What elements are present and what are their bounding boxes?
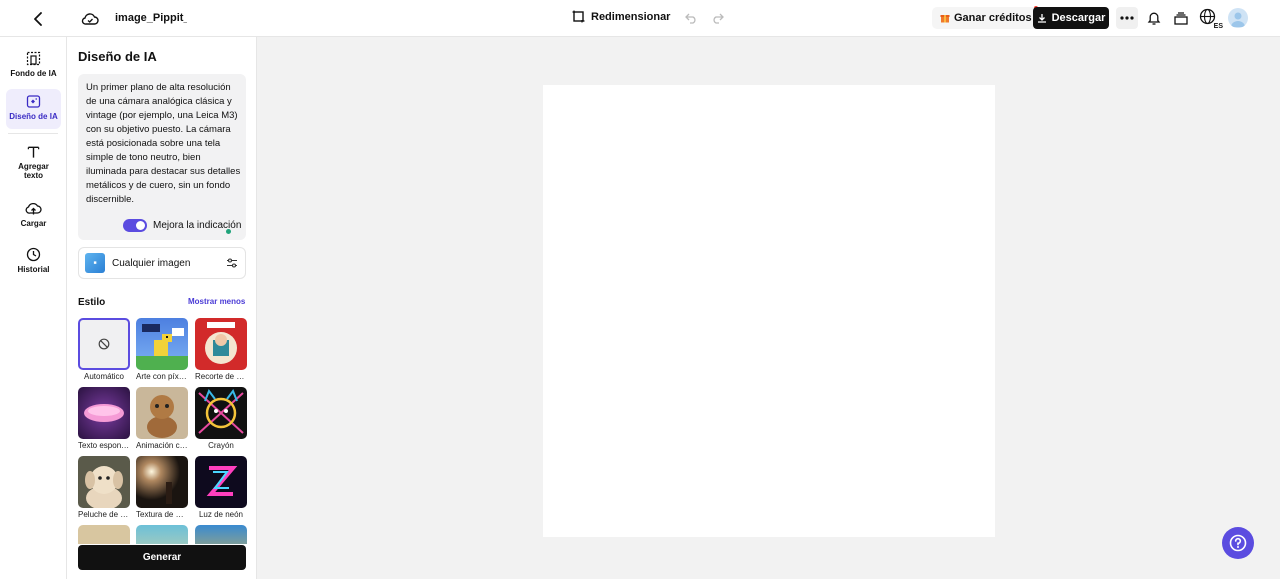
style-tile-clay-animation[interactable]: Animación con arcilla <box>136 387 188 450</box>
style-thumbnail <box>136 387 188 439</box>
style-tile-paper-cut[interactable]: Recorte de papel <box>195 318 247 381</box>
design-canvas[interactable] <box>543 85 995 537</box>
model-selector[interactable]: ■ Cualquier imagen <box>78 247 246 279</box>
rail-item-add-text[interactable]: Agregar texto <box>6 140 61 180</box>
ai-background-icon <box>26 51 41 66</box>
style-thumbnail <box>136 525 188 544</box>
avatar-icon <box>1231 12 1245 27</box>
style-thumbnail <box>78 387 130 439</box>
resize-label: Redimensionar <box>591 10 671 23</box>
left-rail: Fondo de IA Diseño de IA Agregar texto C… <box>0 37 67 579</box>
more-options-button[interactable] <box>1116 7 1138 29</box>
ai-design-panel: Diseño de IA Un primer plano de alta res… <box>67 37 257 579</box>
panel-title: Diseño de IA <box>78 49 157 64</box>
style-thumbnail <box>78 318 130 370</box>
download-icon <box>1037 14 1046 23</box>
rail-item-label: Historial <box>17 265 50 274</box>
show-less-link[interactable]: Mostrar menos <box>188 297 245 306</box>
prompt-input[interactable]: Un primer plano de alta resolución de un… <box>78 74 246 240</box>
style-tile-more-3[interactable] <box>195 525 247 544</box>
resize-button[interactable]: Redimensionar <box>572 10 670 23</box>
more-dots-icon <box>1120 16 1134 20</box>
undo-icon <box>684 13 696 24</box>
style-thumbnail <box>195 387 247 439</box>
language-button[interactable]: ES <box>1199 8 1223 30</box>
file-name[interactable]: image_Pippit_2026 <box>115 12 187 24</box>
redo-icon <box>712 13 724 24</box>
style-caption: Animación con arcilla <box>136 441 188 450</box>
style-tile-more-2[interactable] <box>136 525 188 544</box>
download-label: Descargar <box>1051 12 1106 24</box>
notifications-button[interactable] <box>1145 9 1163 27</box>
rail-item-upload[interactable]: Cargar <box>6 196 61 236</box>
style-thumbnail <box>195 456 247 508</box>
style-tile-crayon[interactable]: Crayón <box>195 387 247 450</box>
enhance-prompt-label: Mejora la indicación <box>153 220 242 231</box>
style-caption: Automático <box>83 372 125 381</box>
redo-button[interactable] <box>709 10 725 26</box>
upload-cloud-icon <box>25 202 42 215</box>
style-caption: Texto esponjoso <box>78 441 130 450</box>
generate-button[interactable]: Generar <box>78 545 246 570</box>
model-thumbnail: ■ <box>85 253 105 273</box>
style-grid: Automático Arte con píxeles Recorte de p… <box>78 318 248 544</box>
ai-design-icon <box>26 95 41 108</box>
text-icon <box>27 146 40 158</box>
rail-divider <box>8 133 58 134</box>
style-thumbnail <box>136 318 188 370</box>
download-button[interactable]: Descargar <box>1033 7 1109 29</box>
earn-credits-button[interactable]: Ganar créditos <box>932 6 1040 29</box>
top-bar: image_Pippit_2026 Redimensionar Ganar cr… <box>0 0 1280 37</box>
undo-button[interactable] <box>683 10 699 26</box>
style-tile-neon[interactable]: Luz de neón <box>195 456 247 519</box>
style-caption: Textura de película <box>136 510 188 519</box>
rail-item-ai-design[interactable]: Diseño de IA <box>6 89 61 129</box>
rail-item-label: Diseño de IA <box>9 112 58 121</box>
style-caption: Recorte de papel <box>195 372 247 381</box>
style-tile-plush[interactable]: Peluche de felpa <box>78 456 130 519</box>
back-button[interactable] <box>28 9 48 29</box>
style-thumbnail <box>195 525 247 544</box>
style-section-label: Estilo <box>78 297 106 308</box>
help-button[interactable] <box>1222 527 1254 559</box>
cloud-sync-icon[interactable] <box>80 9 100 29</box>
stack-icon <box>1174 11 1188 25</box>
chevron-left-icon <box>34 12 42 26</box>
style-tile-more-1[interactable] <box>78 525 130 544</box>
resize-icon <box>572 10 585 23</box>
bell-icon <box>1147 12 1161 25</box>
model-label: Cualquier imagen <box>112 257 191 269</box>
style-thumbnail <box>78 525 130 544</box>
rail-item-ai-background[interactable]: Fondo de IA <box>6 46 61 86</box>
style-thumbnail <box>136 456 188 508</box>
history-clock-icon <box>26 247 41 262</box>
rail-item-label: Cargar <box>20 219 47 228</box>
style-thumbnail <box>78 456 130 508</box>
style-tile-puffy-text[interactable]: Texto esponjoso <box>78 387 130 450</box>
enhance-prompt-row: Mejora la indicación <box>123 219 241 232</box>
style-tile-pixel-art[interactable]: Arte con píxeles <box>136 318 188 381</box>
style-thumbnail <box>195 318 247 370</box>
style-caption: Crayón <box>208 441 234 450</box>
rail-item-label: Agregar texto <box>18 162 49 180</box>
language-code: ES <box>1213 23 1223 30</box>
style-tile-film-texture[interactable]: Textura de película <box>136 456 188 519</box>
enhance-prompt-toggle[interactable] <box>123 219 147 232</box>
assets-button[interactable] <box>1172 9 1190 27</box>
user-avatar[interactable] <box>1228 8 1248 28</box>
rail-item-label: Fondo de IA <box>10 69 57 78</box>
rail-item-history[interactable]: Historial <box>6 242 61 282</box>
earn-credits-label: Ganar créditos <box>954 12 1032 24</box>
no-style-icon <box>98 338 110 350</box>
question-icon <box>1229 534 1247 552</box>
style-caption: Arte con píxeles <box>136 372 188 381</box>
style-caption: Peluche de felpa <box>78 510 130 519</box>
gift-icon <box>940 15 950 23</box>
settings-sliders-icon[interactable] <box>225 256 239 270</box>
style-caption: Luz de neón <box>198 510 244 519</box>
canvas-area <box>257 37 1280 579</box>
prompt-text[interactable]: Un primer plano de alta resolución de un… <box>86 81 242 207</box>
style-tile-auto[interactable]: Automático <box>78 318 130 381</box>
